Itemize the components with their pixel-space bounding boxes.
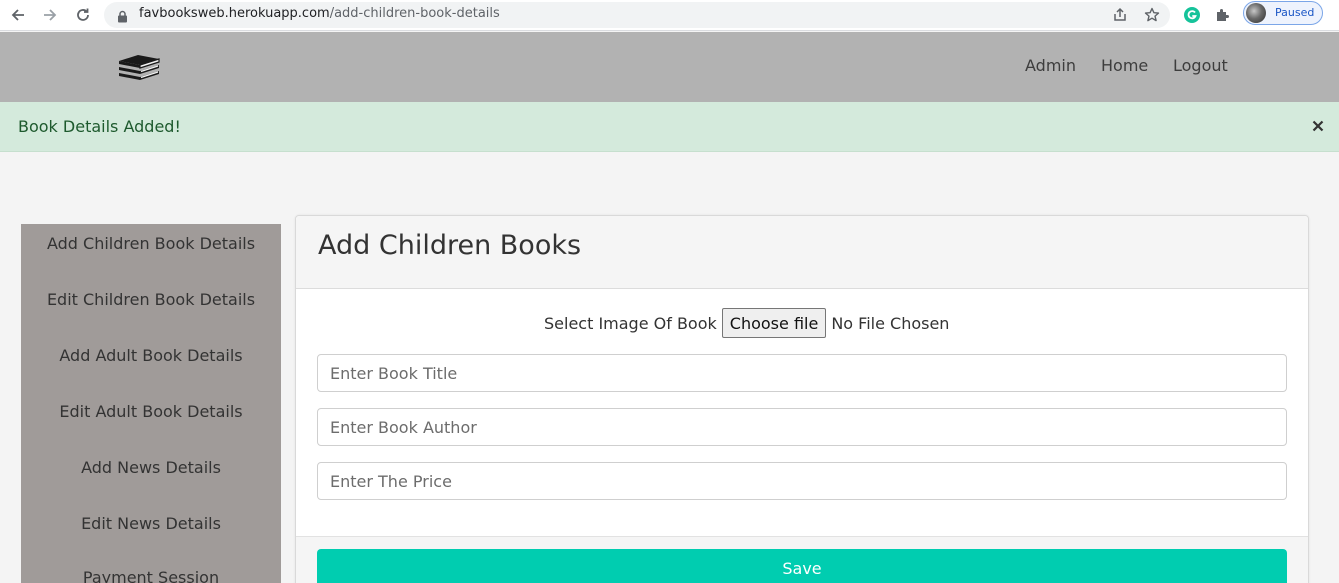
url-text: favbooksweb.herokuapp.com/add-children-b… — [139, 6, 500, 21]
sidebar-item-add-children-book[interactable]: Add Children Book Details — [21, 234, 281, 253]
sidebar-item-edit-adult-book[interactable]: Edit Adult Book Details — [21, 402, 281, 421]
profile-status: Paused — [1275, 6, 1315, 19]
choose-file-button[interactable]: Choose file — [721, 308, 827, 338]
forward-arrow-icon[interactable] — [38, 3, 62, 27]
share-icon[interactable] — [1109, 4, 1131, 26]
image-upload-row: Select Image Of Book Choose file No File… — [544, 308, 949, 338]
file-label: Select Image Of Book — [544, 313, 717, 333]
sidebar-item-payment-session[interactable]: Payment Session — [21, 568, 281, 583]
alert-message: Book Details Added! — [18, 117, 181, 136]
sidebar-item-edit-news[interactable]: Edit News Details — [21, 514, 281, 533]
success-alert: Book Details Added! — [0, 102, 1339, 152]
nav-link-home[interactable]: Home — [1101, 56, 1148, 75]
close-icon[interactable] — [1309, 117, 1327, 135]
add-book-card: Add Children Books Select Image Of Book … — [295, 215, 1309, 583]
lock-icon — [117, 8, 128, 27]
file-status: No File Chosen — [831, 313, 950, 333]
sidebar-item-edit-children-book[interactable]: Edit Children Book Details — [21, 290, 281, 309]
nav-link-admin[interactable]: Admin — [1025, 56, 1076, 75]
star-icon[interactable] — [1141, 4, 1163, 26]
avatar — [1246, 3, 1266, 23]
back-arrow-icon[interactable] — [6, 3, 30, 27]
books-stack-icon[interactable] — [116, 52, 162, 86]
address-bar[interactable]: favbooksweb.herokuapp.com/add-children-b… — [104, 2, 1170, 28]
nav-link-logout[interactable]: Logout — [1173, 56, 1228, 75]
save-button[interactable]: Save — [317, 549, 1287, 583]
book-price-input[interactable] — [317, 462, 1287, 500]
book-title-input[interactable] — [317, 354, 1287, 392]
site-header: Admin Home Logout — [0, 32, 1339, 102]
extensions-puzzle-icon[interactable] — [1212, 4, 1234, 26]
browser-toolbar: favbooksweb.herokuapp.com/add-children-b… — [0, 0, 1339, 31]
admin-sidebar: Add Children Book Details Edit Children … — [21, 224, 281, 583]
grammarly-icon[interactable] — [1181, 4, 1203, 26]
url-host: favbooksweb.herokuapp.com — [139, 6, 330, 21]
profile-button[interactable]: Paused — [1243, 1, 1323, 25]
page-title: Add Children Books — [318, 230, 582, 261]
sidebar-item-add-adult-book[interactable]: Add Adult Book Details — [21, 346, 281, 365]
reload-icon[interactable] — [71, 3, 95, 27]
url-path: /add-children-book-details — [329, 6, 500, 21]
card-header: Add Children Books — [296, 216, 1308, 289]
book-author-input[interactable] — [317, 408, 1287, 446]
card-footer: Save — [296, 536, 1308, 583]
sidebar-item-add-news[interactable]: Add News Details — [21, 458, 281, 477]
